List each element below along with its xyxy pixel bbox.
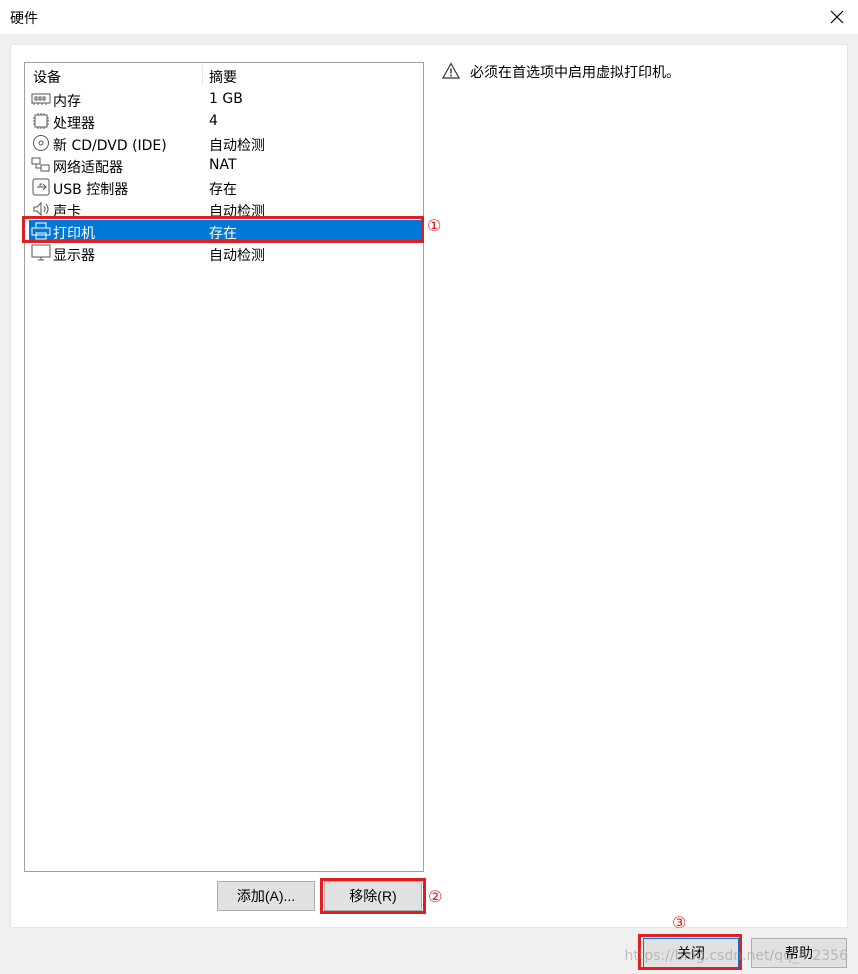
column-header-summary[interactable]: 摘要 [209, 67, 237, 87]
device-summary: 自动检测 [209, 248, 265, 264]
device-name: 显示器 [53, 248, 95, 264]
device-name: 新 CD/DVD (IDE) [53, 138, 167, 154]
device-name: 处理器 [53, 116, 95, 132]
device-row-network-adapter[interactable]: 网络适配器 NAT [29, 154, 423, 176]
device-summary: NAT [209, 157, 237, 173]
device-row-display[interactable]: 显示器 自动检测 [29, 242, 423, 264]
cd-dvd-icon [31, 134, 51, 152]
column-separator[interactable] [202, 65, 203, 85]
monitor-icon [31, 244, 51, 262]
annotation-marker-3: ③ [672, 913, 687, 932]
device-name: 内存 [53, 94, 81, 110]
device-summary: 自动检测 [209, 138, 265, 154]
watermark-text: https://blog.csdn.net/qq_4 2356 [624, 948, 848, 964]
add-button[interactable]: 添加(A)... [217, 881, 315, 911]
device-row-memory[interactable]: 内存 1 GB [29, 88, 423, 110]
remove-button[interactable]: 移除(R) [324, 881, 422, 911]
device-row-printer[interactable]: 打印机 存在 [29, 220, 423, 242]
network-adapter-icon [31, 156, 51, 174]
device-list[interactable]: 设备 摘要 内存 1 GB 处理器 4 新 CD/DVD (IDE) 自动检测 … [24, 62, 424, 872]
device-summary: 4 [209, 113, 218, 129]
device-name: 声卡 [53, 204, 81, 220]
device-summary: 自动检测 [209, 204, 265, 220]
window-title: 硬件 [10, 11, 38, 27]
device-summary: 存在 [209, 182, 237, 198]
device-row-usb-controller[interactable]: USB 控制器 存在 [29, 176, 423, 198]
device-row-cd-dvd[interactable]: 新 CD/DVD (IDE) 自动检测 [29, 132, 423, 154]
device-row-processor[interactable]: 处理器 4 [29, 110, 423, 132]
device-name: 网络适配器 [53, 160, 123, 176]
info-text: 必须在首选项中启用虚拟打印机。 [470, 65, 680, 81]
device-name: 打印机 [53, 226, 95, 242]
speaker-icon [31, 200, 51, 218]
device-summary: 1 GB [209, 91, 243, 107]
device-row-sound-card[interactable]: 声卡 自动检测 [29, 198, 423, 220]
device-name: USB 控制器 [53, 182, 129, 198]
close-window-icon[interactable] [826, 6, 848, 28]
column-header-device[interactable]: 设备 [33, 67, 61, 87]
title-bar: 硬件 [0, 0, 858, 34]
printer-icon [31, 222, 51, 240]
annotation-marker-1: ① [427, 216, 442, 235]
list-header: 设备 摘要 [25, 63, 423, 87]
warning-icon [441, 62, 461, 80]
usb-icon [31, 178, 51, 196]
device-summary: 存在 [209, 226, 237, 242]
processor-icon [31, 112, 51, 130]
annotation-marker-2: ② [428, 887, 443, 906]
memory-icon [31, 90, 51, 108]
